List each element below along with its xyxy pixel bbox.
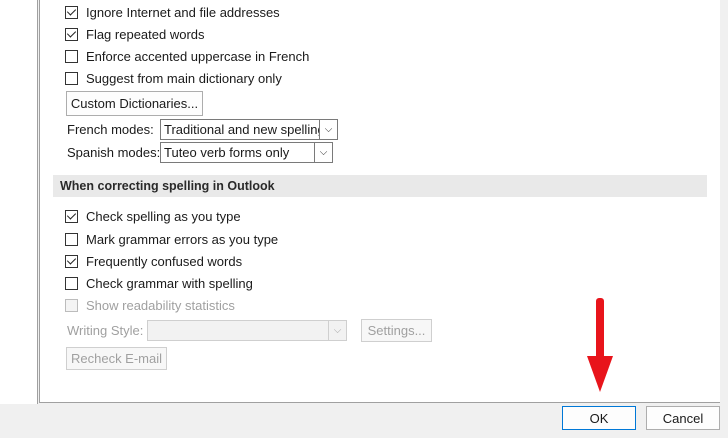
option-label: Mark grammar errors as you type [86, 231, 279, 247]
recheck-email-button: Recheck E-mail [66, 347, 167, 370]
checkbox[interactable] [65, 49, 78, 63]
ok-button[interactable]: OK [562, 406, 636, 430]
option-label: Enforce accented uppercase in French [86, 48, 310, 64]
option-flag-repeated-words[interactable]: Flag repeated words [65, 25, 205, 43]
french-modes-value: Traditional and new spellings [164, 122, 319, 137]
writing-style-label: Writing Style: [67, 323, 144, 338]
option-label: Check grammar with spelling [86, 275, 253, 291]
chevron-down-icon[interactable]: ⌵ [314, 143, 332, 162]
section-title: When correcting spelling in Outlook [53, 175, 707, 197]
french-modes-select[interactable]: Traditional and new spellings ⌵ [160, 119, 338, 140]
option-label: Check spelling as you type [86, 208, 241, 224]
custom-dictionaries-button[interactable]: Custom Dictionaries... [66, 91, 203, 116]
checkbox[interactable] [65, 209, 78, 223]
checkbox[interactable] [65, 254, 78, 268]
option-show-readability-statistics: Show readability statistics [65, 296, 235, 314]
spanish-modes-label: Spanish modes: [67, 145, 161, 160]
red-arrow-icon [596, 298, 604, 360]
writing-style-select: ⌵ [147, 320, 347, 341]
settings-button: Settings... [361, 319, 432, 342]
chevron-down-icon: ⌵ [328, 321, 346, 340]
option-mark-grammar-errors[interactable]: Mark grammar errors as you type [65, 230, 278, 248]
option-suggest-main-dictionary[interactable]: Suggest from main dictionary only [65, 69, 282, 87]
scrollbar[interactable] [720, 0, 728, 404]
checkbox[interactable] [65, 27, 78, 41]
red-arrow-head-icon [587, 356, 613, 392]
checkbox[interactable] [65, 276, 78, 290]
checkbox[interactable] [65, 71, 78, 85]
left-navigation-pane [0, 0, 38, 404]
spanish-modes-value: Tuteo verb forms only [164, 145, 290, 160]
french-modes-label: French modes: [67, 122, 154, 137]
chevron-down-icon[interactable]: ⌵ [319, 120, 337, 139]
spanish-modes-select[interactable]: Tuteo verb forms only ⌵ [160, 142, 333, 163]
checkbox[interactable] [65, 232, 78, 246]
option-check-grammar-with-spelling[interactable]: Check grammar with spelling [65, 274, 253, 292]
cancel-button[interactable]: Cancel [646, 406, 720, 430]
checkbox [65, 298, 78, 312]
option-ignore-internet-addresses[interactable]: Ignore Internet and file addresses [65, 3, 280, 21]
option-label: Frequently confused words [86, 253, 243, 269]
option-label: Ignore Internet and file addresses [86, 4, 280, 20]
option-label: Show readability statistics [86, 297, 235, 313]
option-check-spelling-as-you-type[interactable]: Check spelling as you type [65, 207, 241, 225]
option-enforce-accented-uppercase[interactable]: Enforce accented uppercase in French [65, 47, 309, 65]
checkbox[interactable] [65, 5, 78, 19]
option-frequently-confused-words[interactable]: Frequently confused words [65, 252, 242, 270]
option-label: Flag repeated words [86, 26, 205, 42]
option-label: Suggest from main dictionary only [86, 70, 282, 86]
